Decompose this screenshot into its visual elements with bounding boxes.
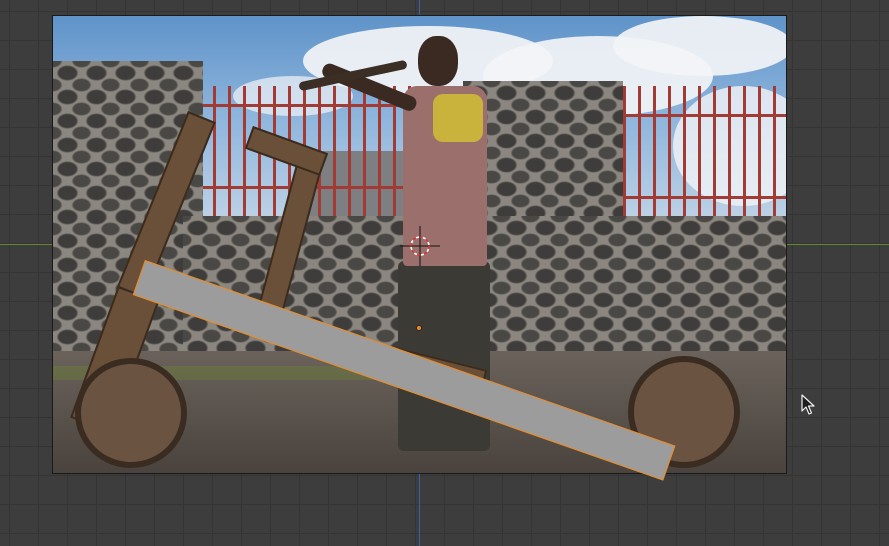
origin-dot-icon [416, 325, 422, 331]
photo-person-head [418, 36, 458, 86]
photo-cloud [613, 16, 786, 76]
3d-cursor-icon[interactable] [400, 226, 440, 266]
photo-wheel-front [75, 358, 187, 468]
photo-fence-right [623, 86, 786, 221]
arrow-pointer-icon [801, 394, 815, 415]
3d-viewport[interactable] [0, 0, 889, 546]
photo-person-sleeve [433, 94, 483, 142]
